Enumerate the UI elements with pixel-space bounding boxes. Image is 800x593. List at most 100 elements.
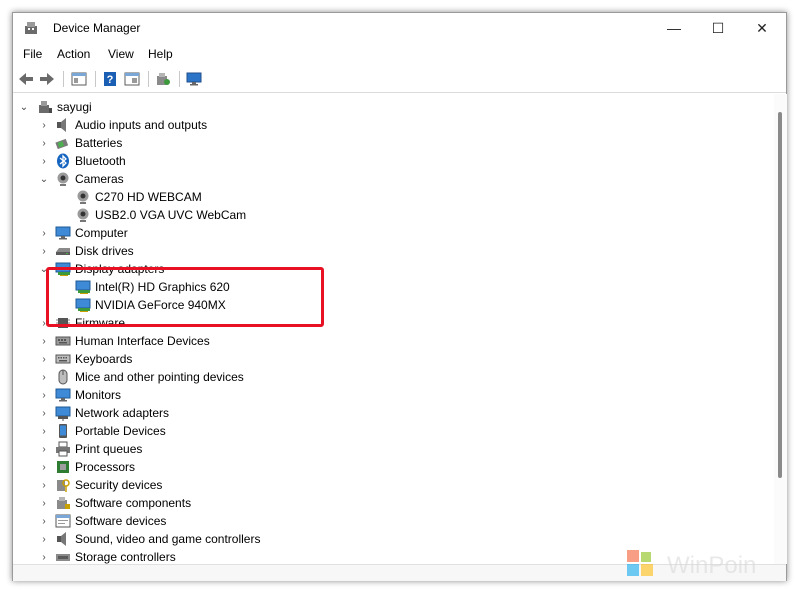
computer-icon (37, 99, 53, 115)
tree-item-keyboards[interactable]: › Keyboards (13, 350, 233, 368)
device-manager-window: Device Manager — ☐ ✕ File Action View He… (12, 12, 787, 581)
network-adapter-icon (55, 405, 71, 421)
printer-icon (55, 441, 71, 457)
properties-icon[interactable] (70, 70, 88, 88)
tree-item-software-devices[interactable]: › Software devices (13, 512, 233, 530)
computer-name: sayugi (57, 100, 92, 114)
chevron-right-icon[interactable]: › (39, 155, 49, 167)
tree-item-label: Audio inputs and outputs (75, 118, 208, 132)
chevron-right-icon[interactable]: › (39, 119, 49, 131)
tree-child-usb-webcam[interactable]: USB2.0 VGA UVC WebCam (13, 206, 253, 224)
tree-item-security-devices[interactable]: › Security devices (13, 476, 233, 494)
tree-child-c270-webcam[interactable]: C270 HD WEBCAM (13, 188, 253, 206)
tree-item-label: Human Interface Devices (75, 334, 210, 348)
toolbar-separator (148, 71, 149, 87)
chevron-down-icon[interactable]: ⌄ (39, 173, 49, 185)
tree-item-processors[interactable]: › Processors (13, 458, 233, 476)
back-icon[interactable] (17, 70, 35, 88)
view-icon[interactable] (123, 70, 141, 88)
tree-item-network-adapters[interactable]: › Network adapters (13, 404, 233, 422)
tree-item-label: USB2.0 VGA UVC WebCam (95, 208, 247, 222)
menu-help[interactable]: Help (148, 47, 173, 61)
scan-hardware-icon[interactable] (154, 70, 172, 88)
toolbar-separator (179, 71, 180, 87)
tree-item-computer[interactable]: › Computer (13, 224, 233, 242)
tree-item-sound-controllers[interactable]: › Sound, video and game controllers (13, 530, 273, 548)
tree-item-label: Portable Devices (75, 424, 166, 438)
chevron-right-icon[interactable]: › (39, 479, 49, 491)
chevron-right-icon[interactable]: › (39, 497, 49, 509)
chevron-right-icon[interactable]: › (39, 335, 49, 347)
watermark-logo-icon (627, 550, 653, 576)
minimize-button[interactable]: — (652, 13, 696, 43)
highlight-box (46, 267, 324, 327)
chevron-right-icon[interactable]: › (39, 443, 49, 455)
tree-item-label: Sound, video and game controllers (75, 532, 261, 546)
close-button[interactable]: ✕ (740, 13, 784, 43)
tree-item-hid[interactable]: › Human Interface Devices (13, 332, 233, 350)
menu-file[interactable]: File (23, 47, 42, 61)
tree-item-label: Cameras (75, 172, 124, 186)
tree-item-print-queues[interactable]: › Print queues (13, 440, 233, 458)
software-device-icon (55, 513, 71, 529)
security-key-icon (55, 477, 71, 493)
tree-item-label: Keyboards (75, 352, 133, 366)
chevron-right-icon[interactable]: › (39, 515, 49, 527)
device-tree[interactable]: ⌄ sayugi › Audio inputs and outputs › Ba… (13, 94, 773, 564)
chevron-right-icon[interactable]: › (39, 389, 49, 401)
title-bar[interactable]: Device Manager — ☐ ✕ (13, 13, 786, 43)
sound-icon (55, 531, 71, 547)
tree-item-label: Computer (75, 226, 128, 240)
tree-item-label: Monitors (75, 388, 122, 402)
chevron-right-icon[interactable]: › (39, 533, 49, 545)
monitor-icon[interactable] (185, 70, 203, 88)
portable-device-icon (55, 423, 71, 439)
toolbar-separator (63, 71, 64, 87)
chevron-right-icon[interactable]: › (39, 245, 49, 257)
tree-item-label: Software devices (75, 514, 167, 528)
camera-icon (55, 171, 71, 187)
maximize-button[interactable]: ☐ (696, 13, 740, 43)
tree-item-portable-devices[interactable]: › Portable Devices (13, 422, 233, 440)
webcam-icon (75, 207, 91, 223)
menu-action[interactable]: Action (57, 47, 90, 61)
tree-item-batteries[interactable]: › Batteries (13, 134, 233, 152)
software-component-icon (55, 495, 71, 511)
chevron-right-icon[interactable]: › (39, 461, 49, 473)
tree-item-disk-drives[interactable]: › Disk drives (13, 242, 233, 260)
hid-icon (55, 333, 71, 349)
toolbar: ? (13, 65, 786, 93)
tree-item-storage-controllers[interactable]: › Storage controllers (13, 548, 233, 564)
menu-view[interactable]: View (108, 47, 134, 61)
battery-icon (55, 135, 71, 151)
chevron-right-icon[interactable]: › (39, 353, 49, 365)
speaker-icon (55, 117, 71, 133)
tree-root[interactable]: ⌄ sayugi (13, 98, 113, 116)
svg-text:?: ? (107, 74, 114, 86)
chevron-right-icon[interactable]: › (39, 407, 49, 419)
chevron-right-icon[interactable]: › (39, 425, 49, 437)
watermark-text: WinPoin (667, 552, 757, 579)
bluetooth-icon (55, 153, 71, 169)
tree-item-monitors[interactable]: › Monitors (13, 386, 233, 404)
chevron-down-icon[interactable]: ⌄ (19, 101, 29, 113)
disk-drive-icon (55, 243, 71, 259)
tree-item-mice[interactable]: › Mice and other pointing devices (13, 368, 253, 386)
tree-item-cameras[interactable]: ⌄ Cameras (13, 170, 233, 188)
tree-item-bluetooth[interactable]: › Bluetooth (13, 152, 233, 170)
tree-item-label: Bluetooth (75, 154, 126, 168)
help-icon[interactable]: ? (101, 70, 119, 88)
forward-icon[interactable] (38, 70, 56, 88)
chevron-right-icon[interactable]: › (39, 551, 49, 563)
device-manager-icon (23, 20, 39, 36)
chevron-right-icon[interactable]: › (39, 137, 49, 149)
mouse-icon (55, 369, 71, 385)
webcam-icon (75, 189, 91, 205)
scrollbar-thumb[interactable] (778, 112, 782, 478)
chevron-right-icon[interactable]: › (39, 371, 49, 383)
tree-item-software-components[interactable]: › Software components (13, 494, 233, 512)
tree-item-audio[interactable]: › Audio inputs and outputs (13, 116, 233, 134)
vertical-scrollbar[interactable] (774, 94, 787, 564)
chevron-right-icon[interactable]: › (39, 227, 49, 239)
tree-item-label: Software components (75, 496, 192, 510)
